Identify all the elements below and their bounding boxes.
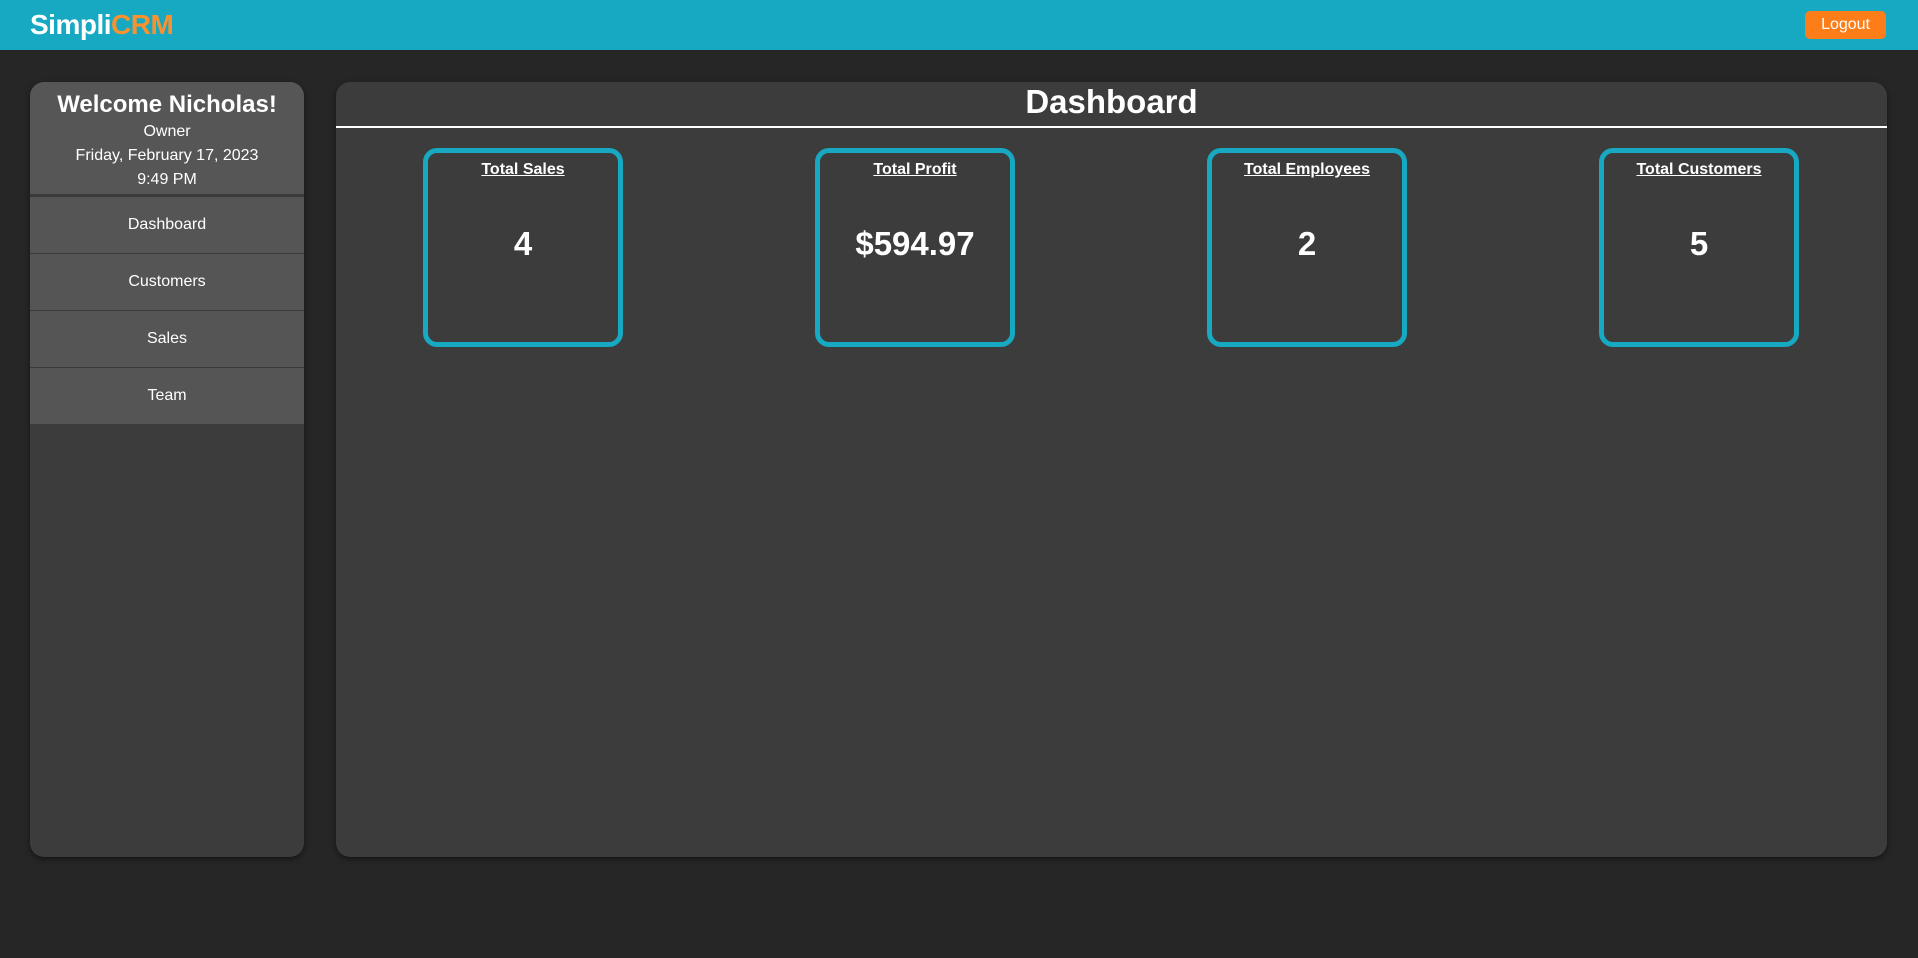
brand-logo[interactable]: SimpliCRM <box>30 9 174 41</box>
sidebar-item-label: Sales <box>146 330 188 347</box>
page-title: Dashboard <box>336 82 1887 128</box>
stat-card-label: Total Profit <box>873 161 957 178</box>
total-sales-card: Total Sales 4 <box>423 148 623 347</box>
top-navbar: SimpliCRM Logout <box>0 0 1918 50</box>
stat-card-value: $594.97 <box>855 225 975 262</box>
current-date: Friday, February 17, 2023 <box>75 147 259 164</box>
sidebar: Welcome Nicholas! Owner Friday, February… <box>30 82 304 857</box>
stat-card-label: Total Customers <box>1636 161 1762 178</box>
total-profit-card: Total Profit $594.97 <box>815 148 1015 347</box>
brand-name-part1: Simpli <box>30 9 112 40</box>
stat-card-value: 5 <box>1689 225 1709 262</box>
user-role: Owner <box>143 123 191 140</box>
welcome-message: Welcome Nicholas! <box>57 91 277 118</box>
main-panel: Dashboard Total Sales 4 Total Profit $59… <box>336 82 1887 857</box>
user-profile-panel: Welcome Nicholas! Owner Friday, February… <box>30 82 304 197</box>
brand-name-part2: CRM <box>111 9 174 40</box>
total-employees-card: Total Employees 2 <box>1207 148 1407 347</box>
logout-button[interactable]: Logout <box>1805 11 1886 39</box>
sidebar-item-label: Dashboard <box>127 216 207 233</box>
stat-card-label: Total Sales <box>481 161 565 178</box>
sidebar-item-dashboard[interactable]: Dashboard <box>30 197 304 254</box>
sidebar-item-label: Customers <box>128 273 206 290</box>
sidebar-item-label: Team <box>147 387 187 404</box>
current-time: 9:49 PM <box>137 171 197 188</box>
stat-card-value: 2 <box>1297 225 1317 262</box>
sidebar-item-team[interactable]: Team <box>30 368 304 425</box>
sidebar-item-customers[interactable]: Customers <box>30 254 304 311</box>
total-customers-card: Total Customers 5 <box>1599 148 1799 347</box>
stat-card-value: 4 <box>513 225 533 262</box>
stat-card-label: Total Employees <box>1244 161 1370 178</box>
sidebar-item-sales[interactable]: Sales <box>30 311 304 368</box>
stat-cards: Total Sales 4 Total Profit $594.97 Total… <box>336 128 1887 348</box>
